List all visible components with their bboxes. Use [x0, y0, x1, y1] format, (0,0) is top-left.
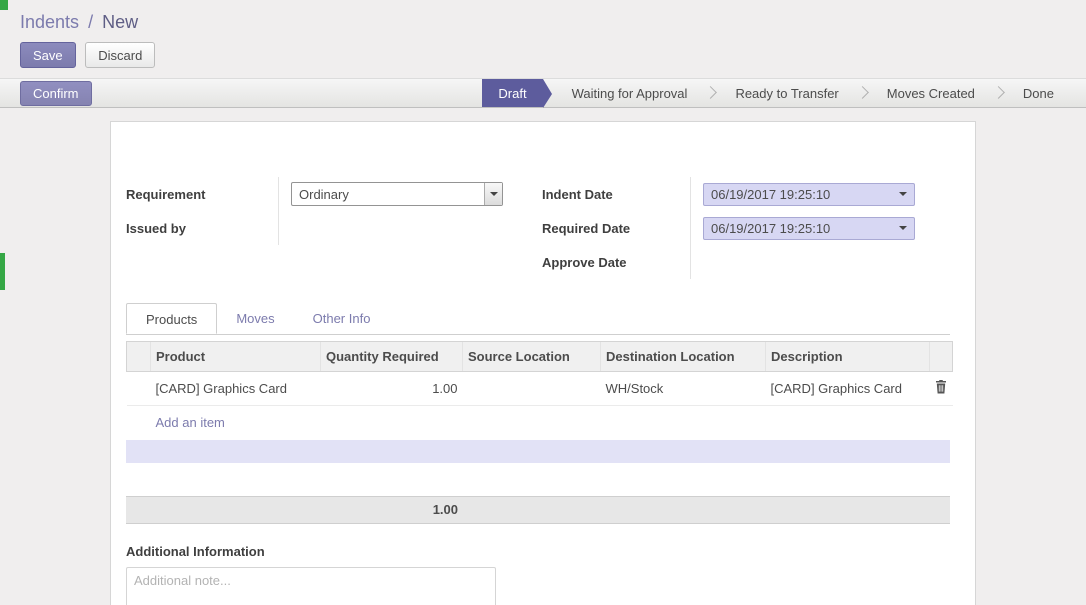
column-header-destination-location[interactable]: Destination Location	[601, 342, 766, 372]
breadcrumb-separator: /	[88, 12, 93, 32]
indent-date-value: 06/19/2017 19:25:10	[711, 187, 830, 202]
screen-marker-top-left	[0, 0, 8, 10]
control-panel-buttons: Save Discard	[0, 33, 1086, 78]
indent-date-field[interactable]: 06/19/2017 19:25:10	[703, 183, 915, 206]
chevron-down-icon	[899, 226, 907, 230]
status-step-done[interactable]: Done	[1007, 79, 1070, 107]
screen-marker-left-edge	[0, 253, 5, 290]
form-sheet: Requirement Ordinary Issued by Indent Da…	[110, 121, 976, 605]
requirement-selected-value: Ordinary	[292, 187, 349, 202]
requirement-select[interactable]: Ordinary	[291, 182, 503, 206]
table-row[interactable]: [CARD] Graphics Card 1.00 WH/Stock [CARD…	[127, 372, 953, 406]
approve-date-field[interactable]	[703, 251, 915, 274]
trash-icon	[935, 380, 947, 394]
chevron-right-icon	[993, 79, 1005, 107]
form-right-column: Indent Date 06/19/2017 19:25:10 Required…	[542, 177, 922, 279]
breadcrumb-indents[interactable]: Indents	[20, 12, 79, 32]
content-area: Requirement Ordinary Issued by Indent Da…	[0, 108, 1086, 605]
statusbar: Confirm Draft Waiting for Approval Ready…	[0, 78, 1086, 108]
tab-moves[interactable]: Moves	[217, 303, 293, 334]
table-header-row: Product Quantity Required Source Locatio…	[127, 342, 953, 372]
products-table: Product Quantity Required Source Locatio…	[126, 341, 953, 439]
column-header-source-location[interactable]: Source Location	[463, 342, 601, 372]
status-step-draft[interactable]: Draft	[482, 79, 542, 107]
tab-products[interactable]: Products	[126, 303, 217, 334]
column-handle	[127, 342, 151, 372]
screen: Indents / New Save Discard Confirm Draft…	[0, 0, 1086, 605]
quantity-total-value: 1.00	[126, 497, 463, 523]
form-fields: Requirement Ordinary Issued by Indent Da…	[126, 177, 950, 279]
column-header-quantity-required[interactable]: Quantity Required	[321, 342, 463, 372]
additional-note-textarea[interactable]	[126, 567, 496, 605]
required-date-value: 06/19/2017 19:25:10	[711, 221, 830, 236]
chevron-right-icon	[705, 79, 717, 107]
empty-new-row[interactable]	[126, 440, 950, 463]
cell-destination-location[interactable]: WH/Stock	[601, 372, 766, 406]
status-steps: Draft Waiting for Approval Ready to Tran…	[482, 79, 1070, 107]
column-actions	[930, 342, 953, 372]
required-date-field[interactable]: 06/19/2017 19:25:10	[703, 217, 915, 240]
field-label-required-date: Required Date	[542, 211, 690, 245]
delete-row-button[interactable]	[935, 380, 947, 394]
field-label-indent-date: Indent Date	[542, 177, 690, 211]
quantity-total-row: 1.00	[126, 496, 950, 524]
cell-handle	[127, 372, 151, 406]
breadcrumb-new: New	[102, 12, 138, 32]
notebook-tabs: Products Moves Other Info	[126, 303, 950, 335]
status-step-ready-to-transfer[interactable]: Ready to Transfer	[719, 79, 854, 107]
save-button[interactable]: Save	[20, 42, 76, 68]
field-label-approve-date: Approve Date	[542, 245, 690, 279]
field-label-requirement: Requirement	[126, 177, 278, 211]
chevron-down-icon	[484, 183, 502, 205]
status-step-moves-created[interactable]: Moves Created	[871, 79, 991, 107]
column-header-description[interactable]: Description	[766, 342, 930, 372]
additional-information-section: Additional Information	[126, 544, 950, 605]
cell-handle	[127, 406, 151, 440]
status-step-waiting-for-approval[interactable]: Waiting for Approval	[556, 79, 704, 107]
additional-information-label: Additional Information	[126, 544, 950, 559]
confirm-button[interactable]: Confirm	[20, 81, 92, 106]
cell-description[interactable]: [CARD] Graphics Card	[766, 372, 930, 406]
add-an-item-link[interactable]: Add an item	[156, 415, 225, 430]
chevron-down-icon	[899, 192, 907, 196]
cell-actions	[930, 372, 953, 406]
issued-by-field[interactable]	[291, 217, 503, 240]
add-item-row: Add an item	[127, 406, 953, 440]
chevron-right-icon	[857, 79, 869, 107]
cell-product[interactable]: [CARD] Graphics Card	[151, 372, 321, 406]
cell-quantity[interactable]: 1.00	[321, 372, 463, 406]
breadcrumb: Indents / New	[0, 0, 1086, 33]
form-left-column: Requirement Ordinary Issued by	[126, 177, 506, 279]
cell-source-location[interactable]	[463, 372, 601, 406]
field-label-issued-by: Issued by	[126, 211, 278, 245]
column-header-product[interactable]: Product	[151, 342, 321, 372]
tab-other-info[interactable]: Other Info	[294, 303, 390, 334]
discard-button[interactable]: Discard	[85, 42, 155, 68]
